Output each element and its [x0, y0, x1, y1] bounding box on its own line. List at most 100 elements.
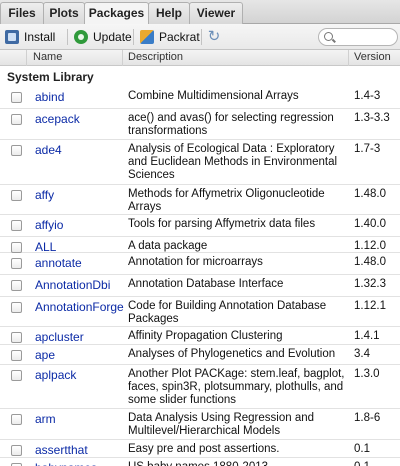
install-label: Install: [24, 30, 56, 44]
package-name-link[interactable]: aplpack: [35, 368, 76, 382]
package-load-checkbox[interactable]: [11, 280, 22, 291]
update-label: Update: [93, 30, 132, 44]
toolbar-separator: [201, 29, 202, 45]
pane-tab-bar: Files Plots Packages Help Viewer: [0, 0, 400, 25]
package-name-link[interactable]: ape: [35, 348, 55, 362]
tab-packages[interactable]: Packages: [84, 2, 149, 25]
package-name-link[interactable]: affyio: [35, 218, 63, 232]
package-version: 1.3.0: [354, 368, 380, 380]
table-row: affy Methods for Affymetrix Oligonucleoti…: [0, 185, 400, 215]
package-version: 1.40.0: [354, 218, 386, 230]
package-name-link[interactable]: annotate: [35, 256, 82, 270]
table-row: assertthat Easy pre and post assertions. 0…: [0, 440, 400, 458]
package-description: US baby names 1880-2013: [128, 461, 348, 466]
toolbar-separator: [67, 29, 68, 45]
package-load-checkbox[interactable]: [11, 302, 22, 313]
package-load-checkbox[interactable]: [11, 92, 22, 103]
table-row: annotate Annotation for microarrays 1.48.0: [0, 253, 400, 275]
package-description: ace() and avas() for selecting regressio…: [128, 112, 334, 137]
package-version: 1.3-3.3: [354, 112, 390, 124]
package-version: 1.48.0: [354, 256, 386, 268]
package-name-link[interactable]: ALL: [35, 240, 56, 254]
package-name-link[interactable]: affy: [35, 188, 54, 202]
search-input[interactable]: [337, 30, 395, 44]
package-description: Annotation for microarrays: [128, 256, 263, 268]
table-row: ade4 Analysis of Ecological Data : Explor…: [0, 140, 400, 185]
package-name-link[interactable]: AnnotationDbi: [35, 278, 110, 292]
package-version: 1.7-3: [354, 143, 381, 155]
package-name-link[interactable]: ade4: [35, 143, 62, 157]
table-row: ape Analyses of Phylogenetics and Evoluti…: [0, 345, 400, 365]
package-description: A data package: [128, 240, 208, 252]
table-row: abind Combine Multidimensional Arrays 1.4-…: [0, 87, 400, 109]
tab-viewer[interactable]: Viewer: [189, 2, 243, 24]
package-load-checkbox[interactable]: [11, 445, 22, 456]
package-load-checkbox[interactable]: [11, 190, 22, 201]
package-name-link[interactable]: apcluster: [35, 330, 84, 344]
package-load-checkbox[interactable]: [11, 258, 22, 269]
package-version: 1.4.1: [354, 330, 380, 342]
package-description: Analyses of Phylogenetics and Evolution: [128, 348, 336, 360]
package-description: Tools for parsing Affymetrix data files: [128, 218, 316, 230]
table-row: arm Data Analysis Using Regression and Mu…: [0, 409, 400, 440]
packages-toolbar: Install Update Packrat ↻: [0, 24, 400, 50]
package-version: 3.4: [354, 348, 370, 360]
table-row: AnnotationForge Code for Building Annotat…: [0, 297, 400, 327]
package-name-link[interactable]: AnnotationForge: [35, 300, 124, 314]
package-version: 1.12.0: [354, 240, 386, 252]
package-name-link[interactable]: acepack: [35, 112, 80, 126]
package-version: 0.1: [354, 461, 370, 466]
search-box[interactable]: [318, 28, 398, 46]
package-name-link[interactable]: arm: [35, 412, 56, 426]
install-button[interactable]: Install: [5, 28, 55, 46]
refresh-icon: ↻: [207, 28, 221, 45]
package-description: Combine Multidimensional Arrays: [128, 90, 299, 102]
package-load-checkbox[interactable]: [11, 242, 22, 253]
table-row: affyio Tools for parsing Affymetrix data …: [0, 215, 400, 237]
search-icon: [324, 32, 333, 41]
header-checkbox-column: [0, 50, 27, 66]
install-icon: [5, 30, 19, 44]
tab-help[interactable]: Help: [148, 2, 190, 24]
table-row: ALL A data package 1.12.0: [0, 237, 400, 254]
package-description: Another Plot PACKage: stem.leaf, bagplot…: [128, 368, 345, 406]
package-load-checkbox[interactable]: [11, 370, 22, 381]
package-name-link[interactable]: babynames: [35, 461, 97, 466]
package-load-checkbox[interactable]: [11, 414, 22, 425]
package-load-checkbox[interactable]: [11, 114, 22, 125]
package-description: Analysis of Ecological Data : Explorator…: [128, 143, 338, 181]
packrat-icon: [140, 30, 154, 44]
package-name-link[interactable]: assertthat: [35, 443, 88, 457]
table-row: acepack ace() and avas() for selecting re…: [0, 109, 400, 140]
table-row: AnnotationDbi Annotation Database Interfa…: [0, 275, 400, 297]
package-load-checkbox[interactable]: [11, 332, 22, 343]
table-row: apcluster Affinity Propagation Clustering…: [0, 327, 400, 345]
package-description: Annotation Database Interface: [128, 278, 284, 290]
table-header: Name Description Version: [0, 50, 400, 66]
package-description: Data Analysis Using Regression and Multi…: [128, 412, 315, 437]
package-version: 1.32.3: [354, 278, 386, 290]
package-load-checkbox[interactable]: [11, 145, 22, 156]
package-version: 1.4-3: [354, 90, 381, 102]
package-list: abind Combine Multidimensional Arrays 1.4-…: [0, 87, 400, 466]
package-load-checkbox[interactable]: [11, 220, 22, 231]
package-name-link[interactable]: abind: [35, 90, 64, 104]
package-description: Methods for Affymetrix Oligonucleotide A…: [128, 188, 325, 213]
update-button[interactable]: Update: [74, 28, 132, 46]
update-icon: [74, 30, 88, 44]
package-description: Affinity Propagation Clustering: [128, 330, 283, 342]
header-name[interactable]: Name: [27, 50, 123, 66]
header-description[interactable]: Description: [123, 50, 349, 66]
header-version[interactable]: Version: [349, 50, 400, 66]
package-load-checkbox[interactable]: [11, 350, 22, 361]
package-version: 1.48.0: [354, 188, 386, 200]
tab-plots[interactable]: Plots: [43, 2, 85, 24]
package-version: 1.8-6: [354, 412, 381, 424]
package-description: Easy pre and post assertions.: [128, 443, 280, 455]
table-row: aplpack Another Plot PACKage: stem.leaf, …: [0, 365, 400, 409]
packrat-button[interactable]: Packrat: [140, 28, 200, 46]
refresh-button[interactable]: ↻: [207, 28, 226, 46]
package-version: 1.12.1: [354, 300, 386, 312]
tab-files[interactable]: Files: [0, 2, 44, 24]
table-row: babynames US baby names 1880-2013 0.1: [0, 458, 400, 466]
